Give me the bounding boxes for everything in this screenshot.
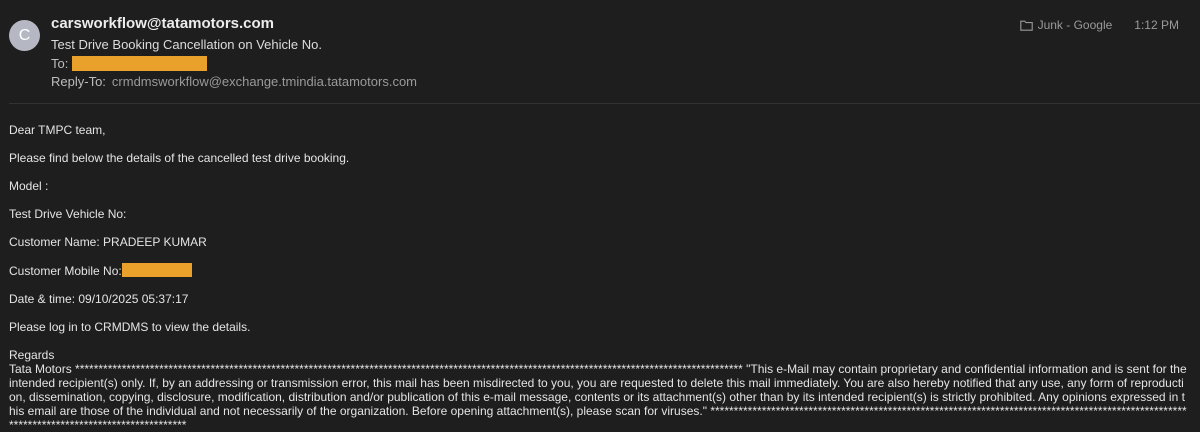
sender-address[interactable]: carsworkflow@tatamotors.com [51, 15, 274, 32]
reply-to-address[interactable]: crmdmsworkflow@exchange.tmindia.tatamoto… [112, 74, 417, 89]
to-line: To: [51, 56, 208, 71]
reply-to-label: Reply-To: [51, 74, 106, 89]
model-line: Model : [9, 179, 49, 193]
to-redaction [72, 56, 208, 71]
folder-icon [1019, 20, 1033, 31]
greeting: Dear TMPC team, [9, 123, 106, 137]
email-header: C carsworkflow@tatamotors.com Test Drive… [0, 0, 1200, 100]
email-body: Dear TMPC team, Please find below the de… [9, 123, 1188, 432]
customer-mobile-label: Customer Mobile No: [9, 264, 122, 278]
intro-text: Please find below the details of the can… [9, 151, 350, 165]
email-subject: Test Drive Booking Cancellation on Vehic… [51, 37, 322, 52]
email-meta: Junk - Google 1:12 PM [1019, 18, 1179, 32]
disclaimer: Tata Motors ****************************… [9, 362, 1187, 432]
header-divider [9, 103, 1200, 104]
mailbox-folder[interactable]: Junk - Google [1038, 18, 1113, 32]
vehicle-no-line: Test Drive Vehicle No: [9, 207, 127, 221]
login-note: Please log in to CRMDMS to view the deta… [9, 320, 251, 334]
mobile-redaction [121, 263, 192, 277]
reply-to-line: Reply-To: crmdmsworkflow@exchange.tmindia… [51, 74, 417, 89]
customer-mobile-line: Customer Mobile No: [9, 263, 1188, 278]
sender-avatar: C [9, 20, 40, 51]
email-time: 1:12 PM [1134, 18, 1179, 32]
date-time-line: Date & time: 09/10/2025 05:37:17 [9, 292, 189, 306]
customer-name-line: Customer Name: PRADEEP KUMAR [9, 235, 207, 249]
regards: Regards [9, 348, 55, 362]
to-label: To: [51, 56, 69, 71]
